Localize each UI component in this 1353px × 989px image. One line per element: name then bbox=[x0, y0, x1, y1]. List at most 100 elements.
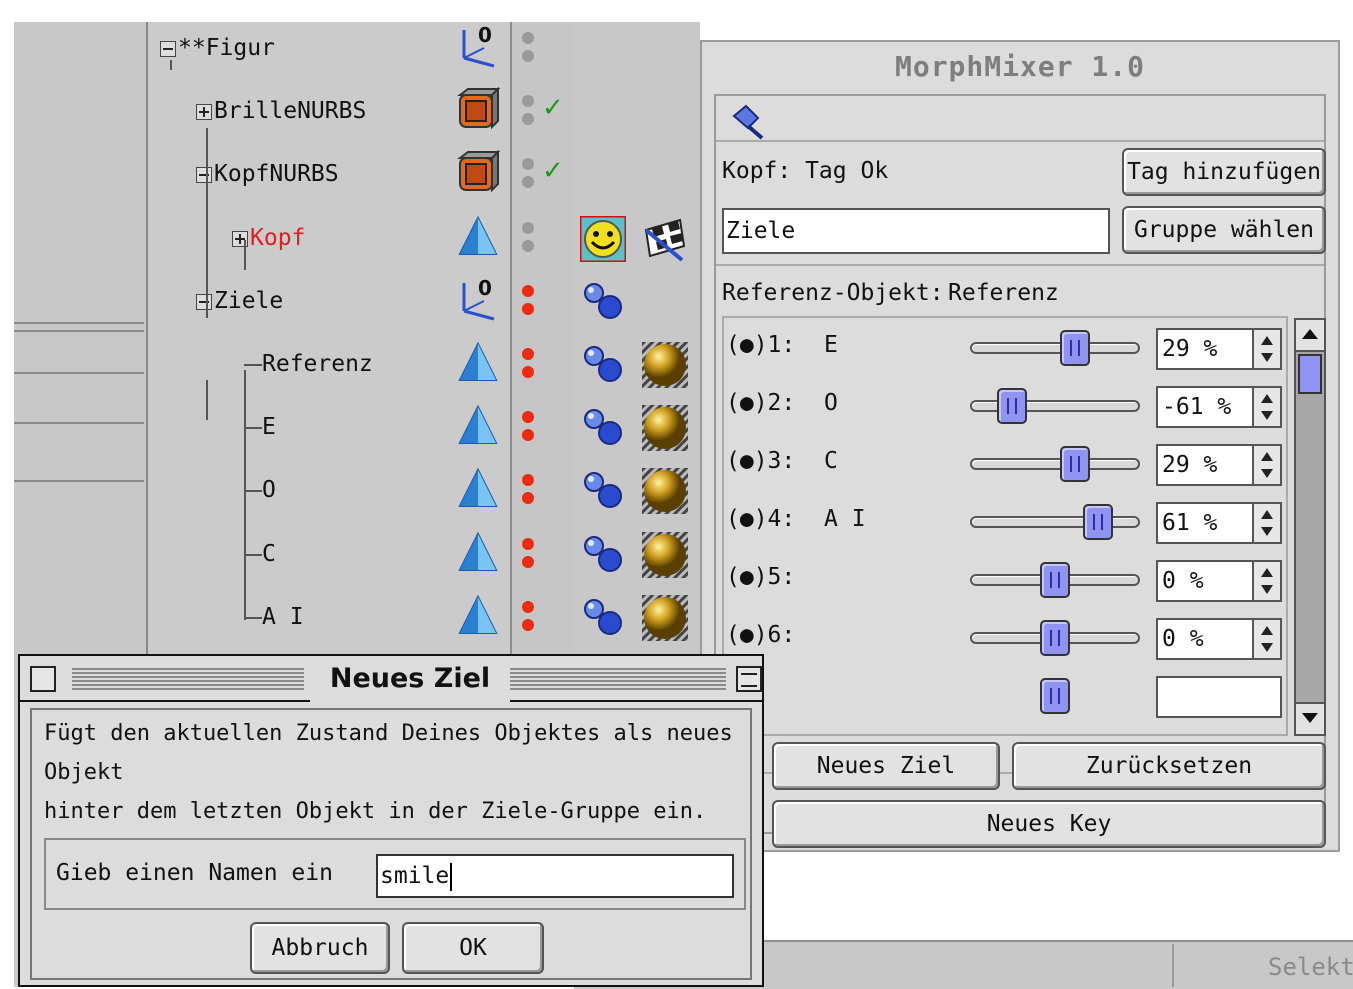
polygon-object-icon[interactable] bbox=[454, 593, 500, 639]
collapse-box-icon[interactable] bbox=[736, 666, 762, 692]
morph-slider-thumb[interactable] bbox=[1040, 678, 1070, 714]
add-tag-button[interactable]: Tag hinzufügen bbox=[1122, 148, 1326, 196]
polygon-object-icon[interactable] bbox=[454, 403, 500, 449]
morph-index-label[interactable]: (●)5: bbox=[726, 564, 795, 590]
name-input[interactable]: smile bbox=[376, 854, 734, 898]
reset-button[interactable]: Zurücksetzen bbox=[1012, 742, 1326, 790]
morph-slider-track[interactable] bbox=[970, 400, 1140, 412]
tree-item[interactable]: Kopf bbox=[232, 218, 305, 258]
close-box-icon[interactable] bbox=[30, 666, 56, 692]
morph-slider-track[interactable] bbox=[970, 458, 1140, 470]
tree-item[interactable]: Ziele bbox=[196, 281, 283, 321]
stepper-arrows-icon[interactable] bbox=[1252, 388, 1280, 426]
polygon-object-icon[interactable] bbox=[454, 214, 500, 260]
morph-slider-track[interactable] bbox=[970, 342, 1140, 354]
polygon-object-icon[interactable] bbox=[454, 340, 500, 386]
stepper-arrows-icon[interactable] bbox=[1252, 446, 1280, 484]
morph-value-field[interactable]: 0 % bbox=[1156, 618, 1282, 660]
material-sphere-icon[interactable] bbox=[642, 468, 688, 514]
window-title: MorphMixer 1.0 bbox=[894, 50, 1145, 83]
morph-target-icon[interactable] bbox=[580, 468, 626, 514]
dot bbox=[522, 429, 534, 441]
null-axis-icon[interactable]: 0 bbox=[454, 276, 500, 323]
visibility-dots-icon[interactable] bbox=[522, 281, 534, 321]
visibility-dots-icon[interactable] bbox=[522, 154, 534, 194]
dot bbox=[522, 366, 534, 378]
material-sphere-icon[interactable] bbox=[642, 532, 688, 578]
visibility-dots-icon[interactable] bbox=[522, 407, 534, 447]
morph-value-field[interactable]: 29 % bbox=[1156, 444, 1282, 486]
new-target-button[interactable]: Neues Ziel bbox=[772, 742, 1000, 790]
cancel-button[interactable]: Abbruch bbox=[250, 922, 390, 974]
polygon-object-icon[interactable] bbox=[454, 466, 500, 512]
morph-value-field[interactable]: 0 % bbox=[1156, 560, 1282, 602]
visibility-dots-icon[interactable] bbox=[522, 597, 534, 637]
morph-slider-thumb[interactable] bbox=[1060, 446, 1091, 482]
tree-item[interactable]: E bbox=[244, 407, 276, 447]
morph-slider-thumb[interactable] bbox=[1040, 620, 1070, 656]
visibility-dots-icon[interactable] bbox=[522, 470, 534, 510]
polygon-object-icon[interactable] bbox=[454, 530, 500, 576]
check-icon[interactable]: ✓ bbox=[542, 93, 564, 123]
tree-item[interactable]: A I bbox=[244, 597, 304, 637]
collapse-icon[interactable] bbox=[160, 40, 176, 57]
morph-index-label[interactable]: (●)6: bbox=[726, 622, 795, 648]
tree-item[interactable]: Referenz bbox=[244, 344, 373, 384]
check-icon[interactable]: ✓ bbox=[542, 156, 564, 186]
morph-target-icon[interactable] bbox=[580, 405, 626, 451]
material-sphere-icon[interactable] bbox=[642, 405, 688, 451]
stepper-arrows-icon[interactable] bbox=[1252, 620, 1280, 658]
morph-index-label[interactable]: (●)2: bbox=[726, 390, 795, 416]
collapse-icon[interactable] bbox=[196, 166, 212, 183]
morph-target-icon[interactable] bbox=[580, 279, 626, 325]
choose-group-button[interactable]: Gruppe wählen bbox=[1122, 206, 1326, 254]
nurbs-cube-icon[interactable] bbox=[454, 149, 501, 196]
morph-value-field[interactable]: -61 % bbox=[1156, 386, 1282, 428]
dialog-title: Neues Ziel bbox=[310, 656, 510, 702]
morph-index-label[interactable]: (●)3: bbox=[726, 448, 795, 474]
morph-index-label[interactable]: (●)1: bbox=[726, 332, 795, 358]
ok-button[interactable]: OK bbox=[402, 922, 544, 974]
material-sphere-icon[interactable] bbox=[642, 595, 688, 641]
morph-index-label[interactable]: (●)4: bbox=[726, 506, 795, 532]
morph-slider-thumb[interactable] bbox=[1082, 504, 1113, 540]
tree-item[interactable]: KopfNURBS bbox=[196, 154, 339, 194]
visibility-dots-icon[interactable] bbox=[522, 218, 534, 258]
smiley-morph-tag-icon[interactable] bbox=[578, 214, 628, 264]
stepper-arrows-icon[interactable] bbox=[1252, 504, 1280, 542]
new-key-button[interactable]: Neues Key bbox=[772, 800, 1326, 848]
morph-list-scrollbar[interactable] bbox=[1294, 318, 1326, 736]
tree-item[interactable]: O bbox=[244, 470, 276, 510]
stepper-arrows-icon[interactable] bbox=[1252, 562, 1280, 600]
nurbs-cube-icon[interactable] bbox=[454, 86, 501, 133]
tree-item[interactable]: **Figur bbox=[160, 28, 275, 68]
morph-target-icon[interactable] bbox=[580, 595, 626, 641]
morph-slider-thumb[interactable] bbox=[1060, 330, 1091, 366]
checker-flag-icon[interactable] bbox=[642, 216, 688, 262]
null-axis-icon[interactable]: 0 bbox=[454, 23, 500, 70]
visibility-dots-icon[interactable] bbox=[522, 28, 534, 68]
morph-slider-thumb[interactable] bbox=[997, 388, 1028, 424]
material-sphere-icon[interactable] bbox=[642, 342, 688, 388]
visibility-dots-icon[interactable] bbox=[522, 344, 534, 384]
collapse-icon[interactable] bbox=[196, 293, 212, 310]
morph-slider-track[interactable] bbox=[970, 516, 1140, 528]
group-field[interactable]: Ziele bbox=[722, 208, 1110, 254]
visibility-dots-icon[interactable] bbox=[522, 534, 534, 574]
morph-target-icon[interactable] bbox=[580, 342, 626, 388]
pin-icon[interactable] bbox=[728, 102, 770, 142]
stepper-arrows-icon[interactable] bbox=[1252, 330, 1280, 368]
morph-value-field[interactable] bbox=[1156, 676, 1282, 718]
tree-item[interactable]: C bbox=[244, 534, 276, 574]
dialog-title-bar[interactable]: Neues Ziel bbox=[20, 656, 762, 702]
morph-value-field[interactable]: 29 % bbox=[1156, 328, 1282, 370]
expand-icon[interactable] bbox=[196, 103, 212, 120]
morph-slider-thumb[interactable] bbox=[1040, 562, 1070, 598]
scroll-up-arrow-icon[interactable] bbox=[1296, 320, 1324, 352]
tree-item[interactable]: BrilleNURBS bbox=[196, 91, 366, 131]
scroll-down-arrow-icon[interactable] bbox=[1296, 702, 1324, 734]
visibility-dots-icon[interactable] bbox=[522, 91, 534, 131]
scrollbar-thumb[interactable] bbox=[1298, 354, 1322, 394]
morph-value-field[interactable]: 61 % bbox=[1156, 502, 1282, 544]
morph-target-icon[interactable] bbox=[580, 532, 626, 578]
